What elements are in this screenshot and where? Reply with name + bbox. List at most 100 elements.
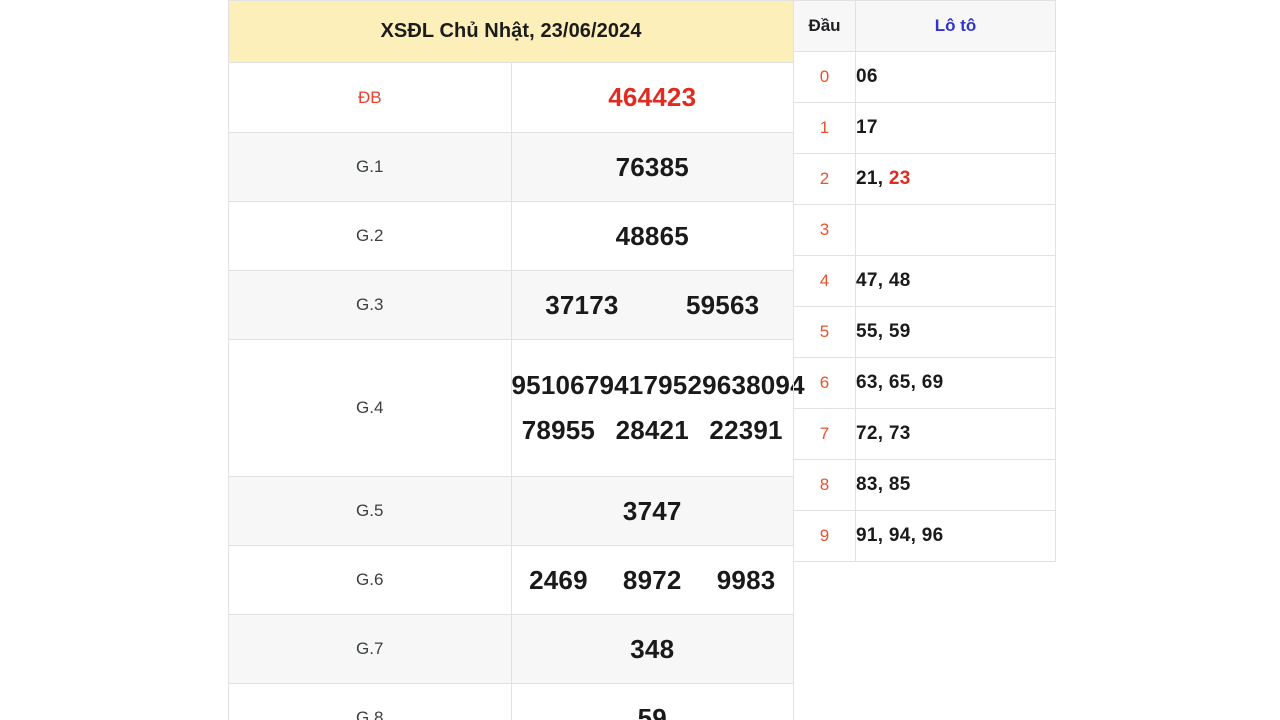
prize-row: G.1 76385 [228,132,794,202]
prize-numbers-cell: 348 [510,614,794,684]
prize-number: 37173 [545,289,619,320]
loto-numbers-plain: 06 [856,66,878,87]
loto-numbers: 06 [855,51,1056,103]
prize-number-line: 48865 [512,221,794,252]
loto-numbers-plain: 72, 73 [856,423,911,444]
prize-number-line: 95106 79417 95296 38094 [511,370,805,401]
loto-numbers: 21, 23 [855,153,1056,205]
prize-label: G.5 [228,476,512,546]
loto-row: 2 21, 23 [793,153,1056,205]
loto-number-highlighted: 23 [888,168,911,189]
prize-number: 79417 [584,370,659,400]
loto-table-head: Đầu Lô tô [793,0,1056,52]
loto-numbers [855,204,1056,256]
prize-number: 28421 [615,415,689,445]
prize-label: G.7 [228,614,512,684]
prize-row: G.4 95106 79417 95296 38094 78955 28421 22391 [228,339,805,477]
loto-row: 4 47, 48 [793,255,1056,307]
prize-number: 9983 [716,564,776,595]
prize-row: ĐB 464423 [228,62,794,133]
prize-number-line: 37173 59563 [512,290,794,321]
prize-row: G.8 59 [228,683,794,720]
prize-label: G.3 [228,270,512,340]
prize-numbers-cell: 95106 79417 95296 38094 78955 28421 22391 [510,339,805,477]
prize-row: G.3 37173 59563 [228,270,794,340]
prize-numbers-cell: 48865 [510,201,794,271]
loto-numbers-plain: 91, 94, 96 [856,525,944,546]
prize-number-line: 464423 [512,82,794,113]
prize-number-line: 348 [512,634,794,665]
loto-numbers-plain: 21, [856,168,889,189]
prize-number: 3747 [622,495,682,526]
prize-numbers-cell: 59 [510,683,794,720]
loto-numbers-plain: 47, 48 [856,270,911,291]
prize-number: 59563 [685,289,760,320]
loto-numbers-plain: 63, 65, 69 [856,372,944,393]
prize-number-line: 2469 8972 9983 [512,565,794,596]
loto-row: 6 63, 65, 69 [793,357,1056,409]
prize-number: 464423 [608,82,697,112]
prize-number-line: 59 [512,703,794,720]
prize-number: 48865 [615,220,689,251]
prize-numbers-cell: 464423 [510,62,794,133]
prize-number: 22391 [709,415,783,445]
loto-header-loto: Lô tô [855,0,1056,52]
prize-number: 2469 [529,564,588,595]
prize-label: G.4 [228,339,512,477]
lottery-results-table: XSĐL Chủ Nhật, 23/06/2024 ĐB 464423 G.1 763… [228,0,805,720]
prize-number: 95106 [511,370,585,400]
loto-row: 1 17 [793,102,1056,154]
prize-label: G.8 [228,683,512,720]
loto-numbers: 72, 73 [855,408,1056,460]
results-table-body: ĐB 464423 G.1 76385 G.2 48865 G.3 37173 59563 G.4… [228,62,805,720]
loto-dau-digit: 7 [793,408,856,460]
prize-numbers-cell: 2469 8972 9983 [510,545,794,615]
loto-dau-digit: 5 [793,306,856,358]
lottery-result-page: XSĐL Chủ Nhật, 23/06/2024 ĐB 464423 G.1 763… [0,0,1280,720]
loto-dau-digit: 6 [793,357,856,409]
prize-label: G.6 [228,545,512,615]
prize-row: G.7 348 [228,614,794,684]
loto-dau-digit: 8 [793,459,856,511]
loto-numbers-plain: 83, 85 [856,474,911,495]
prize-label: G.2 [228,201,512,271]
loto-numbers: 63, 65, 69 [855,357,1056,409]
prize-number-line: 3747 [512,496,794,527]
loto-dau-digit: 2 [793,153,856,205]
loto-numbers: 55, 59 [855,306,1056,358]
loto-row: 5 55, 59 [793,306,1056,358]
loto-dau-digit: 4 [793,255,856,307]
loto-table-body: 0 06 1 17 2 21, 23 3 4 47, 48 5 55, 59 6 63, 65, 69 7… [793,51,1056,562]
prize-number: 78955 [521,415,596,445]
loto-row: 8 83, 85 [793,459,1056,511]
prize-number: 8972 [622,564,682,595]
loto-dau-digit: 0 [793,51,856,103]
loto-numbers: 47, 48 [855,255,1056,307]
loto-numbers: 83, 85 [855,459,1056,511]
loto-dau-digit: 9 [793,510,856,562]
loto-header-row: Đầu Lô tô [793,0,1056,52]
prize-row: G.6 2469 8972 9983 [228,545,794,615]
prize-row: G.2 48865 [228,201,794,271]
loto-table: Đầu Lô tô 0 06 1 17 2 21, 23 3 4 47, 48 5 55, 59 6 6… [793,0,1056,562]
prize-number: 348 [630,633,675,664]
loto-row: 7 72, 73 [793,408,1056,460]
prize-number: 95296 [658,370,732,400]
prize-numbers-cell: 3747 [510,476,794,546]
prize-number: 76385 [615,151,689,182]
prize-row: G.5 3747 [228,476,794,546]
results-header-row: XSĐL Chủ Nhật, 23/06/2024 [228,0,794,63]
results-title: XSĐL Chủ Nhật, 23/06/2024 [228,0,794,63]
loto-row: 0 06 [793,51,1056,103]
loto-dau-digit: 3 [793,204,856,256]
prize-numbers-cell: 37173 59563 [510,270,794,340]
prize-label: G.1 [228,132,512,202]
loto-row: 9 91, 94, 96 [793,510,1056,562]
prize-number-line: 76385 [512,152,794,183]
prize-number-line: 78955 28421 22391 [512,415,794,446]
loto-numbers: 91, 94, 96 [855,510,1056,562]
loto-numbers-plain: 55, 59 [856,321,911,342]
prize-label: ĐB [228,62,512,133]
loto-dau-digit: 1 [793,102,856,154]
loto-numbers-plain: 17 [856,117,878,138]
